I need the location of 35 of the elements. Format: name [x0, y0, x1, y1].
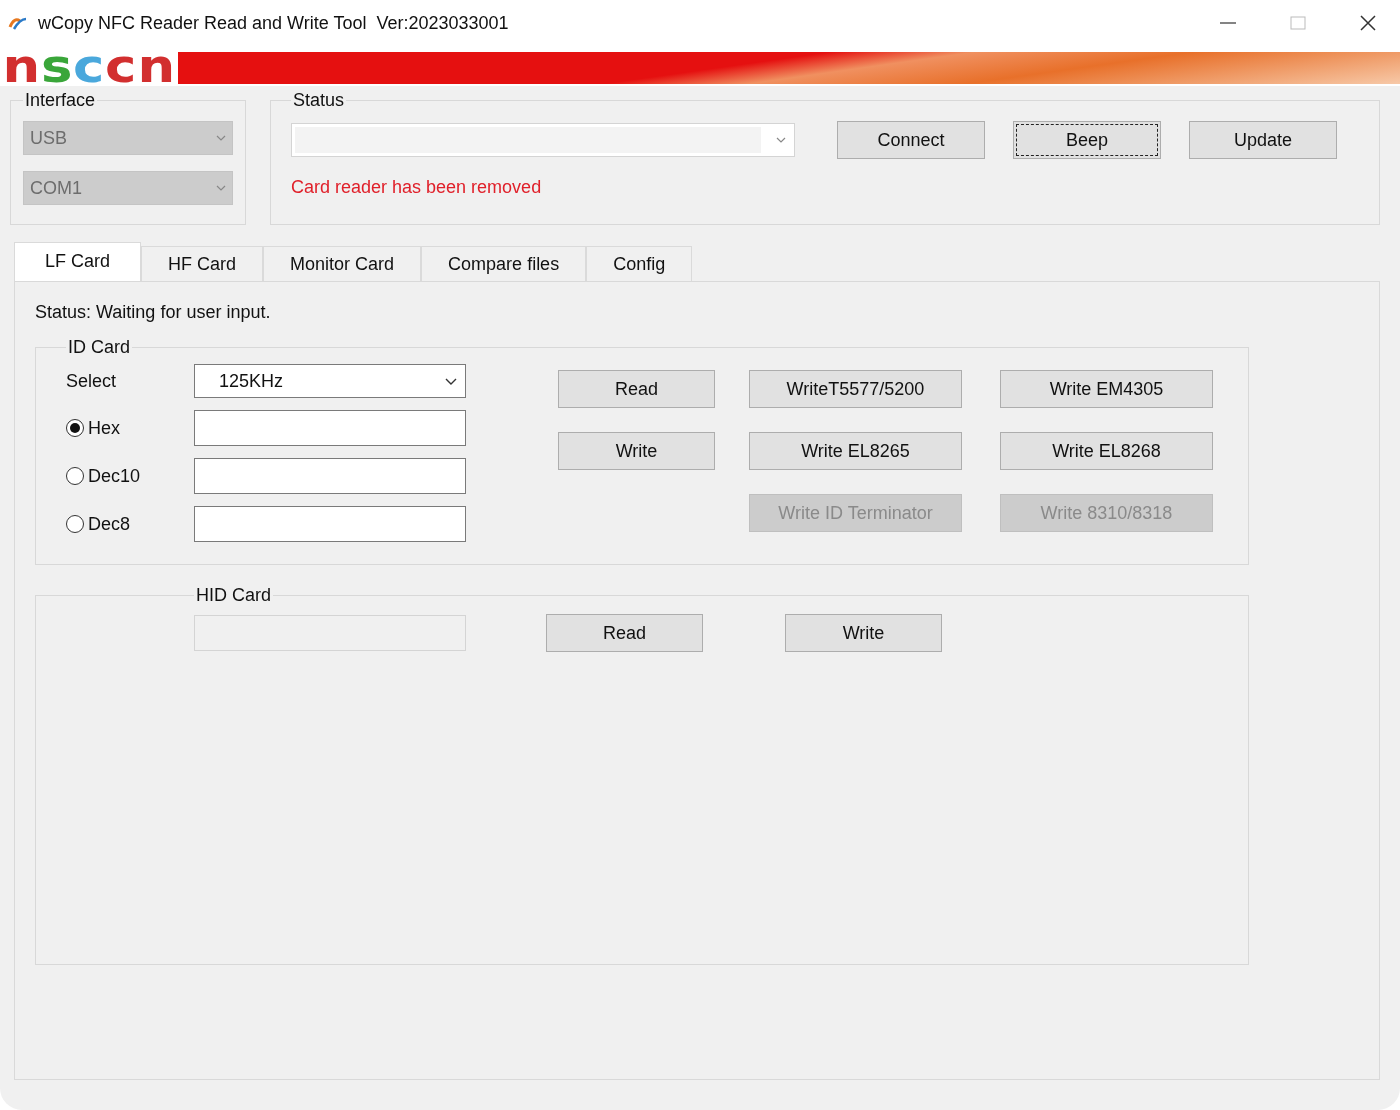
button[interactable]: WriteT5577/5200 [749, 370, 962, 408]
button[interactable]: Read [546, 614, 703, 652]
radio-button[interactable]: Dec10 [66, 465, 141, 487]
group-label: ID Card [67, 337, 131, 358]
input-field[interactable] [194, 410, 466, 446]
group-label: HID Card [195, 585, 272, 606]
window-title: wCopy NFC Reader Read and Write Tool Ver:2023033001 [38, 12, 509, 34]
status-message: Card reader has been removed [291, 177, 543, 198]
tab[interactable]: Monitor Card [263, 246, 422, 281]
button[interactable]: Write [558, 432, 715, 470]
group-label: Interface [24, 90, 97, 111]
input-field[interactable] [194, 458, 466, 494]
button[interactable]: Write EL8265 [749, 432, 962, 470]
button[interactable]: Read [558, 370, 715, 408]
close-icon[interactable] [1360, 15, 1376, 31]
tab[interactable]: Compare files [421, 246, 587, 281]
field-label: Select [66, 370, 118, 392]
button[interactable]: Update [1189, 121, 1337, 159]
tab[interactable]: Config [586, 246, 693, 281]
status-text: Status: Waiting for user input. [35, 302, 272, 323]
tab[interactable]: HF Card [141, 246, 264, 281]
tab[interactable]: LF Card [14, 242, 142, 281]
button[interactable]: Write EL8268 [1000, 432, 1213, 470]
button[interactable]: Connect [837, 121, 985, 159]
button[interactable]: Write EM4305 [1000, 370, 1213, 408]
chevron-icon[interactable] [445, 377, 457, 385]
dropdown[interactable]: 125KHz [194, 364, 466, 398]
input-field[interactable] [194, 506, 466, 542]
radio-button[interactable]: Dec8 [66, 513, 131, 535]
button[interactable]: Beep [1013, 121, 1161, 159]
button[interactable]: Write [785, 614, 942, 652]
radio-button[interactable]: Hex [66, 417, 120, 439]
logo: nsccn [1, 46, 175, 86]
group-label: Status [292, 90, 346, 111]
app-icon [8, 15, 28, 31]
